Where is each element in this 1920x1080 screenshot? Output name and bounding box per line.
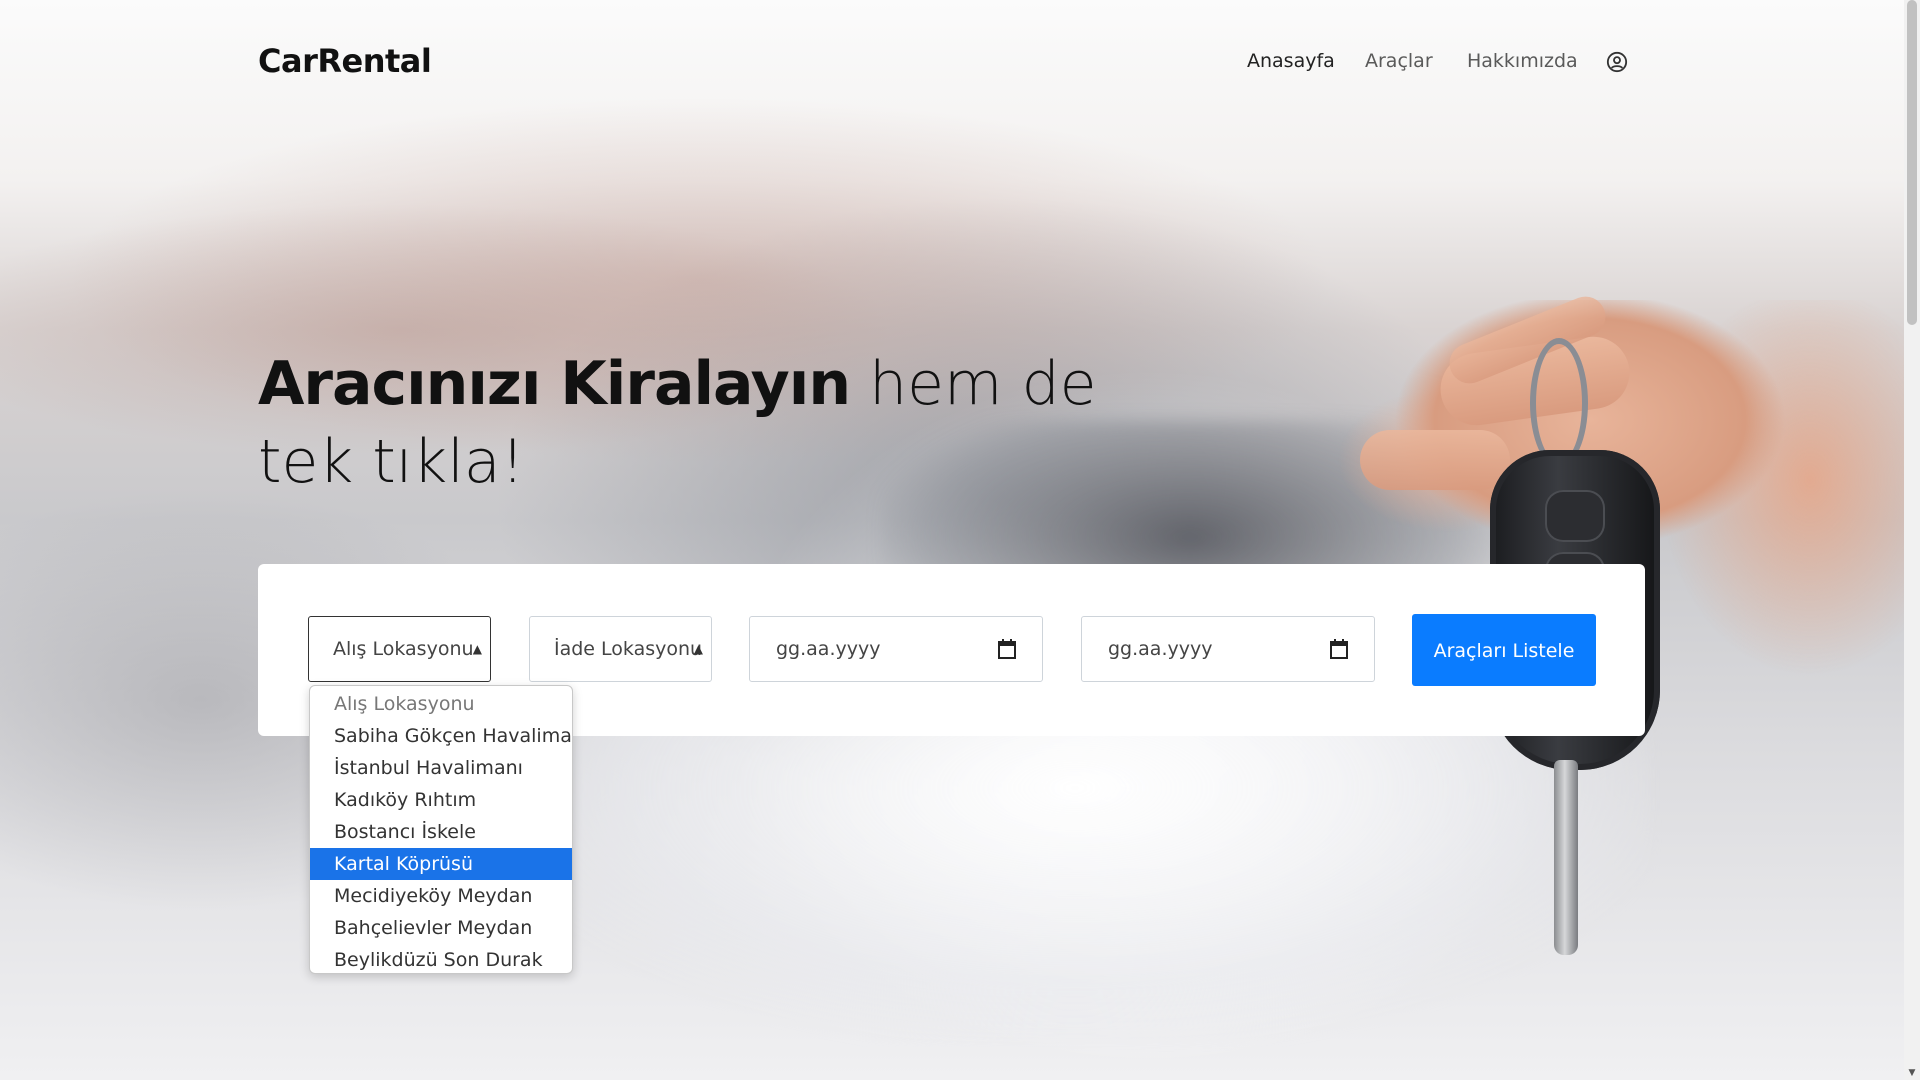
start-date-placeholder: gg.aa.yyyy xyxy=(776,638,881,660)
key-blade xyxy=(1554,760,1578,955)
hero-title-line2: tek tıkla! xyxy=(258,427,525,497)
hero-background-image xyxy=(0,0,1904,1080)
list-cars-button[interactable]: Araçları Listele xyxy=(1412,614,1596,686)
return-location-select[interactable]: İade Lokasyonu ▲▼ xyxy=(529,616,712,682)
nav-link-araclar[interactable]: Araçlar xyxy=(1365,50,1433,72)
hero-title-bold: Aracınızı Kiralayın xyxy=(258,349,851,419)
pickup-location-select[interactable]: Alış Lokasyonu ▲▼ xyxy=(308,616,491,682)
brand-logo[interactable]: CarRental xyxy=(258,42,432,80)
pickup-select-value: Alış Lokasyonu xyxy=(333,638,474,660)
dropdown-option[interactable]: Alış Lokasyonu xyxy=(310,688,572,720)
navbar: CarRental Anasayfa Araçlar Hakkımızda xyxy=(0,0,1904,120)
dropdown-option[interactable]: Sabiha Gökçen Havalimanı xyxy=(310,720,572,752)
start-date-input[interactable]: gg.aa.yyyy xyxy=(749,616,1043,682)
dropdown-option[interactable]: İstanbul Havalimanı xyxy=(310,752,572,784)
nav-link-hakkimizda[interactable]: Hakkımızda xyxy=(1467,50,1578,72)
dropdown-option-highlighted[interactable]: Kartal Köprüsü xyxy=(310,848,572,880)
end-date-input[interactable]: gg.aa.yyyy xyxy=(1081,616,1375,682)
scroll-down-arrow-icon[interactable]: ▼ xyxy=(1904,1066,1920,1080)
nav-link-anasayfa[interactable]: Anasayfa xyxy=(1247,50,1335,72)
hero-title: Aracınızı Kiralayın hem de tek tıkla! xyxy=(258,345,1158,501)
dropdown-option[interactable]: Bahçelievler Meydan xyxy=(310,912,572,944)
user-circle-icon[interactable] xyxy=(1606,51,1628,73)
key-button-shape xyxy=(1545,490,1605,542)
calendar-icon[interactable] xyxy=(1330,639,1348,659)
finger-shape xyxy=(1360,430,1510,490)
page-scrollbar[interactable]: ▲ ▼ xyxy=(1904,0,1920,1080)
scrollbar-thumb[interactable] xyxy=(1907,0,1917,325)
return-select-value: İade Lokasyonu xyxy=(554,638,703,660)
key-ring-shape xyxy=(1530,338,1588,468)
dropdown-option[interactable]: Bostancı İskele xyxy=(310,816,572,848)
select-arrows-icon: ▲▼ xyxy=(693,642,703,656)
pickup-location-dropdown[interactable]: Alış Lokasyonu Sabiha Gökçen Havalimanı … xyxy=(309,685,573,974)
dropdown-option[interactable]: Mecidiyeköy Meydan xyxy=(310,880,572,912)
calendar-icon[interactable] xyxy=(998,639,1016,659)
hero-title-rest: hem de xyxy=(850,349,1097,419)
dropdown-option[interactable]: Kadıköy Rıhtım xyxy=(310,784,572,816)
dropdown-option[interactable]: Beylikdüzü Son Durak xyxy=(310,944,572,973)
end-date-placeholder: gg.aa.yyyy xyxy=(1108,638,1213,660)
select-arrows-icon: ▲▼ xyxy=(472,642,482,656)
